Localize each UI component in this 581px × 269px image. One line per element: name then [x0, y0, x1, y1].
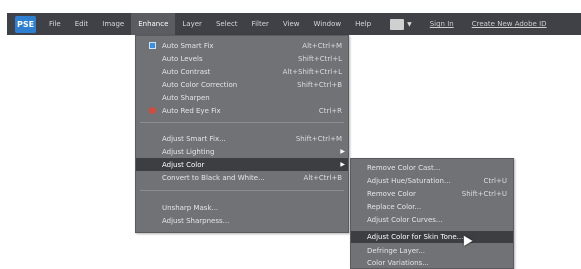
menu-separator: [140, 190, 344, 191]
menu-item-label: Adjust Hue/Saturation...: [367, 177, 451, 185]
submenu-item-adjust-color-skin-tone[interactable]: Adjust Color for Skin Tone...: [351, 231, 513, 243]
menu-item-label: Convert to Black and White...: [162, 173, 265, 182]
menu-item-label: Defringe Layer...: [367, 247, 425, 255]
submenu-item-remove-color[interactable]: Remove Color Shift+Ctrl+U: [351, 188, 513, 200]
menu-item-shortcut: Shift+Ctrl+M: [295, 134, 342, 143]
app-logo[interactable]: PSE: [15, 15, 36, 33]
menu-item-label: Adjust Color Curves...: [367, 216, 443, 224]
adjust-color-submenu: Remove Color Cast... Adjust Hue/Saturati…: [350, 158, 514, 269]
menu-item-label: Adjust Smart Fix...: [162, 134, 226, 143]
menu-edit[interactable]: Edit: [68, 13, 96, 35]
submenu-arrow-icon: ▶: [340, 161, 345, 168]
menu-item-label: Remove Color Cast...: [367, 164, 441, 172]
menu-item-adjust-color[interactable]: Adjust Color ▶: [136, 158, 348, 171]
workspace-icon[interactable]: [390, 18, 405, 30]
menu-view[interactable]: View: [276, 13, 307, 35]
menu-select[interactable]: Select: [209, 13, 245, 35]
menu-item-adjust-smart-fix[interactable]: Adjust Smart Fix... Shift+Ctrl+M: [136, 132, 348, 145]
menu-item-adjust-sharpness[interactable]: Adjust Sharpness...: [136, 214, 348, 227]
submenu-arrow-icon: ▶: [340, 148, 345, 155]
menu-item-shortcut: Alt+Shift+Ctrl+L: [282, 67, 342, 76]
menu-item-label: Adjust Color for Skin Tone...: [367, 233, 464, 241]
menu-item-label: Adjust Sharpness...: [162, 216, 230, 225]
menu-item-label: Auto Levels: [162, 54, 203, 63]
menu-enhance[interactable]: Enhance: [131, 13, 176, 35]
submenu-item-adjust-hue-saturation[interactable]: Adjust Hue/Saturation... Ctrl+U: [351, 175, 513, 187]
menu-item-auto-levels[interactable]: Auto Levels Shift+Ctrl+L: [136, 52, 348, 65]
menu-item-shortcut: Ctrl+R: [318, 106, 342, 115]
menu-item-adjust-lighting[interactable]: Adjust Lighting ▶: [136, 145, 348, 158]
menu-item-convert-black-white[interactable]: Convert to Black and White... Alt+Ctrl+B: [136, 171, 348, 184]
red-eye-icon: [149, 107, 156, 114]
menu-item-label: Auto Smart Fix: [162, 41, 214, 50]
menu-item-label: Replace Color...: [367, 203, 422, 211]
menu-separator: [140, 122, 344, 123]
menu-item-auto-contrast[interactable]: Auto Contrast Alt+Shift+Ctrl+L: [136, 65, 348, 78]
enhance-menu: Auto Smart Fix Alt+Ctrl+M Auto Levels Sh…: [135, 35, 349, 233]
menu-item-label: Auto Sharpen: [162, 93, 210, 102]
menu-layer[interactable]: Layer: [175, 13, 209, 35]
menu-item-auto-red-eye-fix[interactable]: Auto Red Eye Fix Ctrl+R: [136, 104, 348, 117]
submenu-item-remove-color-cast[interactable]: Remove Color Cast...: [351, 162, 513, 174]
create-adobe-id-link[interactable]: Create New Adobe ID: [472, 20, 547, 28]
menu-window[interactable]: Window: [307, 13, 349, 35]
menu-item-label: Unsharp Mask...: [162, 203, 219, 212]
menu-item-label: Remove Color: [367, 190, 416, 198]
menu-item-auto-color-correction[interactable]: Auto Color Correction Shift+Ctrl+B: [136, 78, 348, 91]
submenu-item-adjust-color-curves[interactable]: Adjust Color Curves...: [351, 214, 513, 226]
menu-item-shortcut: Ctrl+U: [483, 177, 507, 185]
menu-file[interactable]: File: [42, 13, 68, 35]
menu-item-shortcut: Shift+Ctrl+B: [297, 80, 342, 89]
menu-item-label: Color Variations...: [367, 259, 429, 267]
menu-image[interactable]: Image: [95, 13, 131, 35]
menu-item-shortcut: Shift+Ctrl+L: [298, 54, 342, 63]
menu-item-label: Auto Contrast: [162, 67, 211, 76]
menu-item-label: Adjust Lighting: [162, 147, 215, 156]
menu-item-shortcut: Alt+Ctrl+M: [302, 41, 342, 50]
menu-item-label: Auto Color Correction: [162, 80, 238, 89]
menu-item-auto-smart-fix[interactable]: Auto Smart Fix Alt+Ctrl+M: [136, 39, 348, 52]
menu-item-unsharp-mask[interactable]: Unsharp Mask...: [136, 201, 348, 214]
submenu-item-color-variations[interactable]: Color Variations...: [351, 257, 513, 269]
submenu-item-defringe-layer[interactable]: Defringe Layer...: [351, 245, 513, 257]
menu-item-auto-sharpen[interactable]: Auto Sharpen: [136, 91, 348, 104]
menu-bar: PSE File Edit Image Enhance Layer Select…: [7, 13, 581, 35]
smart-fix-icon: [149, 42, 156, 49]
menu-item-label: Adjust Color: [162, 160, 205, 169]
sign-in-link[interactable]: Sign In: [430, 20, 454, 28]
submenu-item-replace-color[interactable]: Replace Color...: [351, 201, 513, 213]
menu-item-label: Auto Red Eye Fix: [162, 106, 221, 115]
menu-help[interactable]: Help: [348, 13, 378, 35]
menu-item-shortcut: Shift+Ctrl+U: [461, 190, 507, 198]
menu-item-shortcut: Alt+Ctrl+B: [303, 173, 342, 182]
chevron-down-icon[interactable]: ▼: [407, 21, 412, 28]
menu-filter[interactable]: Filter: [245, 13, 276, 35]
